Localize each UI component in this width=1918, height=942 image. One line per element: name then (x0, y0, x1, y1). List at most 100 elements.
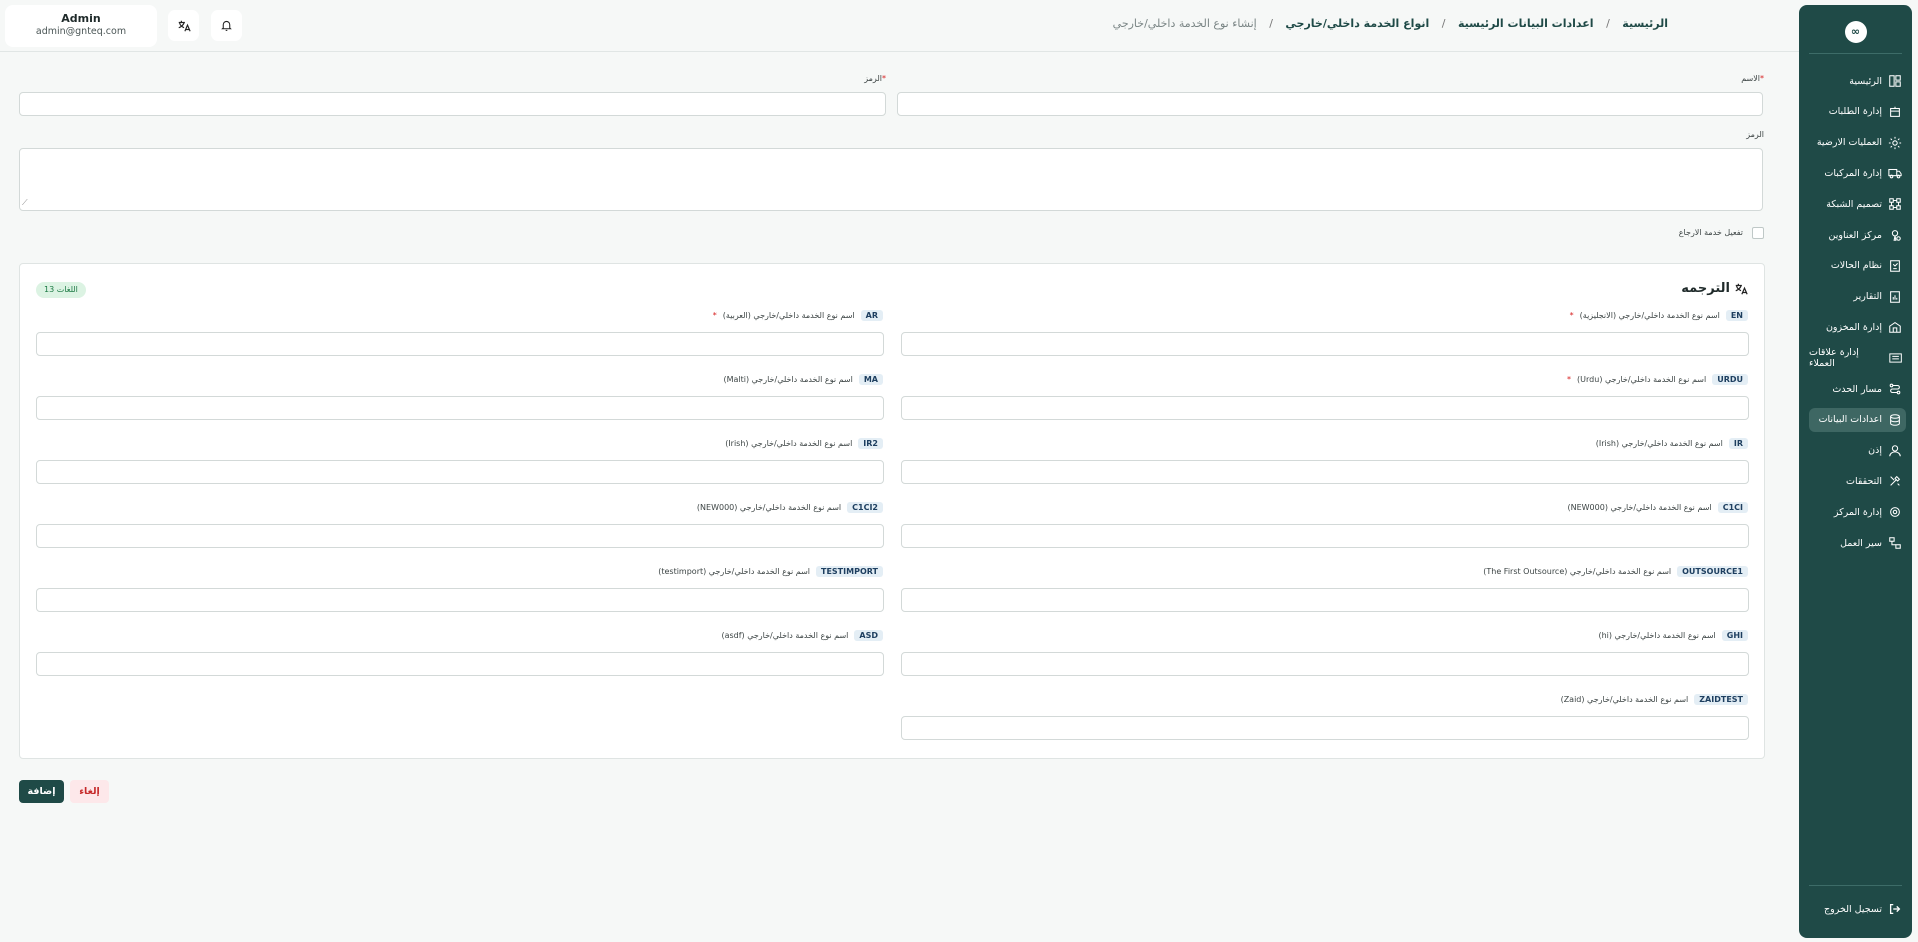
breadcrumb: الرئيسية / اعدادات البيانات الرئيسية / ا… (1113, 17, 1668, 30)
sidebar-item-truck[interactable]: إدارة المركبات (1809, 161, 1906, 185)
logout-label: تسجيل الخروج (1824, 903, 1882, 915)
translation-input-ghi[interactable] (901, 652, 1749, 676)
sidebar-item-box[interactable]: إدارة الطلبات (1809, 100, 1906, 124)
sidebar-item-tools[interactable]: التحققات (1809, 469, 1906, 493)
translation-label-text: اسم نوع الخدمة داخلي/خارجي (الانجليزية) (1579, 311, 1720, 320)
translation-input-asd[interactable] (36, 652, 884, 676)
sidebar-item-center[interactable]: إدارة المركز (1809, 500, 1906, 524)
user-email: admin@gnteq.com (35, 26, 127, 37)
translation-input-c1ci2[interactable] (36, 524, 884, 548)
translation-input-ir[interactable] (901, 460, 1749, 484)
sidebar-divider (1809, 885, 1902, 886)
language-button[interactable] (168, 10, 199, 41)
user-icon (1889, 444, 1901, 456)
languages-count-badge: 13 اللغات (36, 282, 86, 298)
breadcrumb-service-types[interactable]: انواع الخدمة داخلي/خارجي (1285, 17, 1429, 30)
code-label: *الرمز (864, 74, 886, 83)
sidebar-item-status[interactable]: نظام الحالات (1809, 254, 1906, 278)
cancel-button[interactable]: إلغاء (70, 780, 109, 803)
language-code-badge: ASD (854, 630, 883, 641)
language-code-badge: AR (860, 310, 883, 321)
sidebar-item-database[interactable]: اعدادات البيانات (1809, 407, 1906, 432)
bell-icon (221, 20, 232, 31)
translation-label-text: اسم نوع الخدمة داخلي/خارجي (Irish) (1595, 439, 1723, 448)
sidebar-item-layout[interactable]: الرئيسية (1809, 69, 1906, 93)
database-icon (1890, 414, 1900, 426)
name-input[interactable] (897, 92, 1763, 116)
description-label: الرمز (1746, 130, 1764, 139)
breadcrumb-master-data[interactable]: اعدادات البيانات الرئيسية (1458, 17, 1594, 30)
translation-input-ir2[interactable] (36, 460, 884, 484)
sidebar-item-route[interactable]: مسار الحدث (1809, 377, 1906, 401)
translation-input-ar[interactable] (36, 332, 884, 356)
language-code-badge: IR2 (858, 438, 883, 449)
report-icon (1890, 290, 1900, 303)
translation-input-ma[interactable] (36, 396, 884, 420)
language-code-badge: TESTIMPORT (816, 566, 883, 577)
language-code-badge: MA (858, 374, 883, 385)
sidebar-item-network[interactable]: تصميم الشبكة (1809, 192, 1906, 216)
translation-label-text: اسم نوع الخدمة داخلي/خارجي (Urdu) (1577, 375, 1707, 384)
sidebar-item-user[interactable]: إذن (1809, 439, 1906, 463)
translation-input-en[interactable] (901, 332, 1749, 356)
topbar: Admin admin@gnteq.com الرئيسية / اعدادات… (0, 0, 1799, 52)
sidebar-item-label: العمليات الارضية (1816, 137, 1882, 149)
translation-label-text: اسم نوع الخدمة داخلي/خارجي (testimport) (658, 567, 810, 576)
notifications-button[interactable] (211, 10, 242, 41)
sidebar-item-label: سير العمل (1840, 537, 1882, 549)
sidebar-item-label: مركز العناوين (1828, 229, 1882, 241)
translation-label-ar: AR اسم نوع الخدمة داخلي/خارجي (العربية) * (713, 310, 883, 321)
user-menu[interactable]: Admin admin@gnteq.com (5, 5, 157, 47)
required-mark: * (712, 311, 717, 320)
add-button[interactable]: إضافة (19, 780, 64, 803)
sidebar-divider (1809, 53, 1902, 54)
language-code-badge: URDU (1712, 374, 1748, 385)
gear-icon (1888, 136, 1902, 149)
translation-label-urdu: URDU اسم نوع الخدمة داخلي/خارجي (Urdu) * (1567, 374, 1748, 385)
translation-input-urdu[interactable] (901, 396, 1749, 420)
translation-input-c1ci[interactable] (901, 524, 1749, 548)
sidebar-item-report[interactable]: التقارير (1809, 285, 1906, 309)
sidebar-item-gear[interactable]: العمليات الارضية (1809, 131, 1906, 155)
name-label: *الاسم (1741, 74, 1764, 83)
sidebar-item-label: إذن (1868, 445, 1882, 457)
sidebar-item-map-pin[interactable]: مركز العناوين (1809, 223, 1906, 247)
map-pin-icon (1891, 230, 1901, 241)
sidebar-item-label: التحققات (1846, 475, 1882, 487)
required-mark: * (1569, 311, 1574, 320)
sidebar-item-label: إدارة المخزون (1825, 321, 1882, 333)
language-code-badge: GHI (1721, 630, 1748, 641)
translation-label-text: اسم نوع الخدمة داخلي/خارجي (hi) (1598, 631, 1716, 640)
user-name: Admin (61, 12, 101, 25)
sidebar-item-label: تصميم الشبكة (1826, 198, 1882, 210)
center-icon (1890, 507, 1900, 518)
layout-icon (1889, 75, 1901, 87)
logo-icon: ∞ (1844, 21, 1867, 43)
translation-title: الترجمه (1681, 281, 1748, 296)
translation-input-outsource1[interactable] (901, 588, 1749, 612)
language-code-badge: EN (1725, 310, 1748, 321)
translation-input-testimport[interactable] (36, 588, 884, 612)
sidebar-item-warehouse[interactable]: إدارة المخزون (1809, 315, 1906, 339)
description-textarea[interactable]: ⟋ (19, 148, 1763, 211)
language-code-badge: C1CI2 (847, 502, 883, 513)
tools-icon (1890, 476, 1901, 487)
translation-label-asd: ASD اسم نوع الخدمة داخلي/خارجي (asdf) (721, 630, 883, 641)
required-mark: * (1567, 375, 1572, 384)
translation-label-ir: IR اسم نوع الخدمة داخلي/خارجي (Irish) (1596, 438, 1748, 449)
translation-label-text: اسم نوع الخدمة داخلي/خارجي (العربية) (722, 311, 855, 320)
sidebar-item-crm[interactable]: إدارة علاقات العملاء (1809, 346, 1906, 370)
resize-handle-icon[interactable]: ⟋ (22, 198, 28, 208)
translation-label-text: اسم نوع الخدمة داخلي/خارجي (The First Ou… (1483, 567, 1672, 576)
return-service-checkbox[interactable] (1752, 227, 1764, 239)
logout-button[interactable]: تسجيل الخروج (1809, 897, 1906, 921)
crm-icon (1889, 353, 1902, 363)
warehouse-icon (1889, 322, 1901, 334)
sidebar-item-workflow[interactable]: سير العمل (1809, 531, 1906, 555)
workflow-icon (1889, 537, 1901, 549)
translation-input-zaidtest[interactable] (901, 716, 1749, 740)
code-input[interactable] (19, 92, 886, 116)
translation-label-testimport: TESTIMPORT اسم نوع الخدمة داخلي/خارجي (te… (658, 566, 883, 577)
language-code-badge: C1CI (1717, 502, 1748, 513)
breadcrumb-home[interactable]: الرئيسية (1622, 17, 1668, 30)
